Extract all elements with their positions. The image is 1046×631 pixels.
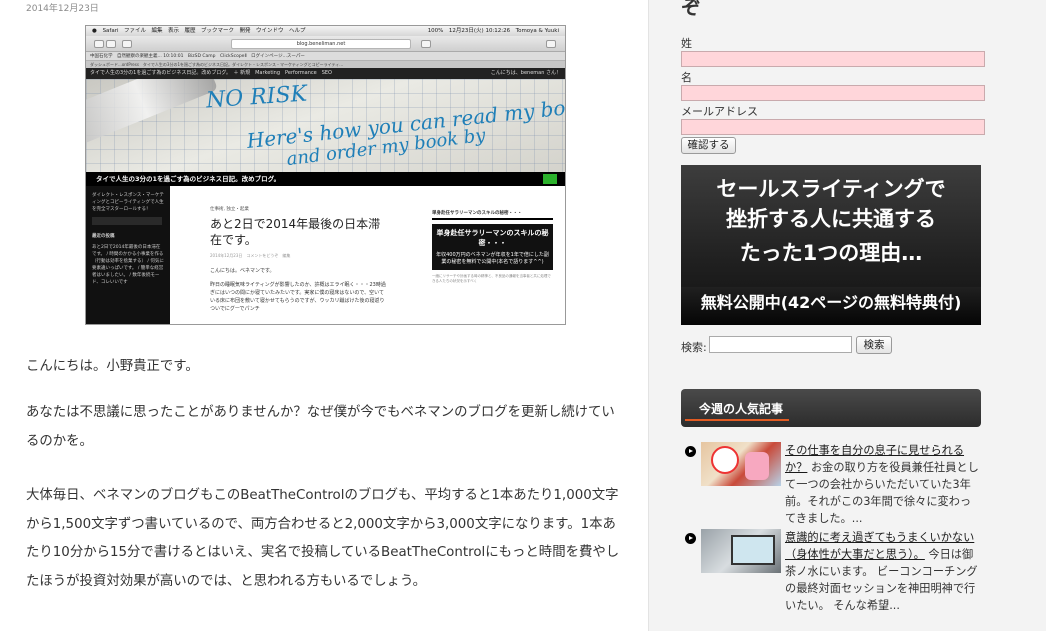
- article-column: 2014年12月23日 ● Safari ファイル 編集 表示 履歴 ブックマー…: [0, 0, 649, 631]
- play-bullet-icon: [685, 446, 696, 457]
- forward-icon: [106, 40, 116, 48]
- shot-site-title: タイで人生の3分の1を過ごす為のビジネス日記。改めブログ。: [86, 172, 565, 186]
- first-name-field[interactable]: [681, 85, 985, 101]
- sidebar-icon: [122, 40, 132, 48]
- email-label: メールアドレス: [681, 105, 758, 118]
- shot-article-p1: こんにちは。ベネマンです。: [210, 268, 275, 274]
- shot-left-items: あと2日で2014年最後の日本滞在です。 / 時間のかかる小事業を作る（行動は効…: [92, 245, 164, 285]
- first-name-label: 名: [681, 71, 692, 84]
- popular-posts-title: 今週の人気記事: [699, 402, 784, 416]
- shot-right-ad-title: 単身赴任サラリーマンのスキルの秘密・・・: [436, 229, 549, 247]
- banner-line-4: 無料公開中(42ページの無料特典付): [681, 287, 981, 325]
- popular-posts-underline: [685, 419, 789, 421]
- search-input[interactable]: [709, 336, 852, 353]
- shot-left-search-box: [92, 217, 162, 225]
- popular-post-thumbnail[interactable]: [701, 529, 781, 573]
- shot-right-heading: 単身赴任サラリーマンのスキルの秘密・・・: [432, 210, 553, 220]
- wp-adminbar: タイで人生の3分の1を過ごす為のビジネス日記。改めブログ。 ＋ 新規 Marke…: [86, 68, 565, 79]
- shot-left-heading: 最近の投稿: [92, 234, 115, 239]
- article-paragraph-1: こんにちは。小野貴正です。: [26, 359, 199, 374]
- popular-post-excerpt: お金の取り方を役員兼任社員として一つの会社からいただいていた3年前。それがこの3…: [785, 461, 979, 525]
- popular-post-thumbnail[interactable]: [701, 442, 781, 486]
- email-field[interactable]: [681, 119, 985, 135]
- back-icon: [94, 40, 104, 48]
- bookmarks-bar: 中国石化学 自然観察の楽観主義... 10:10:01 BizSD Camp C…: [86, 52, 565, 61]
- post-date: 2014年12月23日: [26, 4, 99, 14]
- banner-line-1: セールスライティングで: [716, 177, 946, 201]
- popular-post-item: 意識的に考え過ぎてもうまくいかない（身体性が大事だと思う）。 今日は御茶ノ水にい…: [681, 529, 981, 619]
- banner-line-3: たった1つの理由…: [739, 241, 923, 265]
- apple-icon: ●: [92, 28, 97, 34]
- shot-article-title: あと2日で2014年最後の日本滞在です。: [210, 217, 381, 247]
- last-name-label: 姓: [681, 37, 692, 50]
- popular-post-item: その仕事を自分の息子に見せられるか？ お金の取り方を役員兼任社員として一つの会社…: [681, 442, 981, 525]
- search-button[interactable]: 検索: [856, 336, 892, 354]
- shot-right-ad: 単身赴任サラリーマンのスキルの秘密・・・ 年収400万円のベネマンが年収を1年で…: [432, 224, 553, 270]
- article-paragraph-2: あなたは不思議に思ったことがありませんか？なぜ僕が今でもベネマンのブログを更新し…: [26, 405, 615, 449]
- banner-line-2: 挫折する人に共通する: [726, 207, 936, 231]
- last-name-field[interactable]: [681, 51, 985, 67]
- sales-banner[interactable]: セールスライティングで 挫折する人に共通する たった1つの理由… 無料公開中(4…: [681, 165, 981, 325]
- hero-image: NO RISK Here's how you can read my book …: [86, 79, 565, 172]
- article-paragraph-3: 大体毎日、ベネマンのブログもこのBeatTheControlのブログも、平均する…: [26, 488, 620, 589]
- shot-right-sidebar: 単身赴任サラリーマンのスキルの秘密・・・ 単身赴任サラリーマンのスキルの秘密・・…: [418, 186, 565, 324]
- wp-adminbar-items: タイで人生の3分の1を過ごす為のビジネス日記。改めブログ。 ＋ 新規 Marke…: [90, 70, 332, 76]
- mac-menubar: ● Safari ファイル 編集 表示 履歴 ブックマーク 開発 ウインドウ ヘ…: [86, 26, 565, 36]
- play-bullet-icon: [685, 533, 696, 544]
- shot-article-p2: 昨日の睡眠気味ライティングが影響したのか、許概はエライ眠く・・・23時過ぎにはい…: [210, 282, 386, 312]
- wp-adminbar-user: こんにちは、beneman さん！: [490, 70, 561, 76]
- shot-site-title-text: タイで人生の3分の1を過ごす為のビジネス日記。改めブログ。: [96, 175, 281, 183]
- shot-right-ad-small: 年収400万円のベネマンが年収を1年で倍にした副業の秘密を無料で公開中(本名で語…: [436, 252, 549, 265]
- plus-icon: [546, 40, 556, 48]
- shot-left-desc: ダイレクト・レスポンス・マーケティングとコピーライティングで人生を完全マスターロ…: [92, 193, 164, 212]
- shot-left-sidebar: ダイレクト・レスポンス・マーケティングとコピーライティングで人生を完全マスターロ…: [86, 186, 170, 324]
- search-icon: [543, 174, 557, 184]
- safari-toolbar: blog.beneliman.net: [86, 36, 565, 52]
- thumb-shape: [745, 452, 769, 480]
- search-label: 検索:: [681, 341, 707, 354]
- mac-menu-items: Safari ファイル 編集 表示 履歴 ブックマーク 開発 ウインドウ ヘルプ: [102, 28, 306, 34]
- form-heading-fragment: ぞ: [681, 0, 701, 19]
- thumb-shape: [731, 535, 775, 565]
- article-screenshot: ● Safari ファイル 編集 表示 履歴 ブックマーク 開発 ウインドウ ヘ…: [85, 25, 566, 325]
- shot-article: 仕事術, 独立・起業 あと2日で2014年最後の日本滞在です。 2014年12月…: [170, 186, 418, 324]
- share-icon: [421, 40, 431, 48]
- url-field: blog.beneliman.net: [231, 39, 411, 49]
- confirm-button[interactable]: 確認する: [681, 137, 736, 154]
- popular-posts-header: 今週の人気記事: [681, 389, 981, 427]
- shot-article-category: 仕事術, 独立・起業: [210, 207, 249, 212]
- safari-tabs: ダッシュボード...ordPress タイで人生の3分の1を過ごす為のビジネス日…: [86, 61, 565, 68]
- thumb-shape: [711, 446, 739, 474]
- shot-article-meta: 2014年12月23日 コメントをどうぞ 編集: [210, 253, 291, 258]
- shot-right-fine: 一緒にリサーチや計画する時の精神と、不良品の通報を当事者と共に処理できる人たちの…: [432, 274, 551, 283]
- mac-menubar-status: 100% 12月23日(火) 10:12:26 Tomoya & Yuuki: [427, 28, 559, 34]
